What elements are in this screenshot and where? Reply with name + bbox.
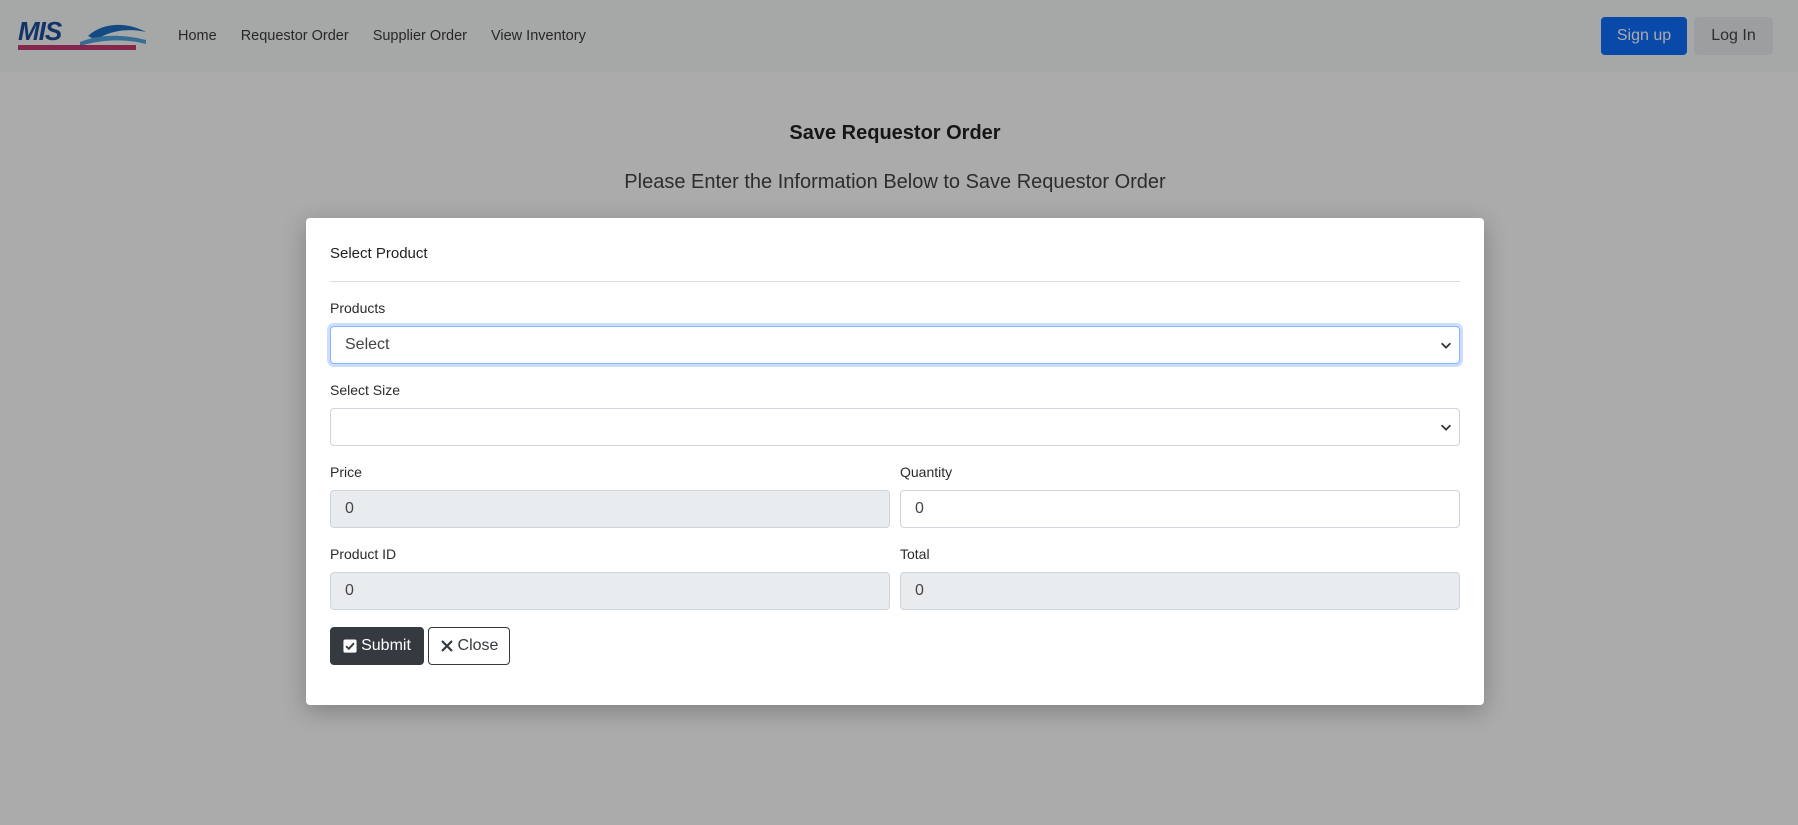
close-button[interactable]: Close	[428, 627, 510, 665]
price-label: Price	[330, 464, 362, 480]
chevron-down-icon	[1441, 342, 1451, 349]
product-id-label: Product ID	[330, 546, 397, 562]
size-label: Select Size	[330, 382, 401, 398]
size-select[interactable]	[330, 408, 1460, 446]
modal-divider	[330, 281, 1460, 282]
quantity-value: 0	[915, 500, 924, 517]
product-id-value: 0	[345, 582, 354, 599]
check-square-icon	[343, 639, 357, 653]
price-value: 0	[345, 500, 354, 517]
products-label: Products	[330, 300, 386, 316]
products-select[interactable]: Select	[330, 326, 1460, 364]
modal-title: Select Product	[330, 245, 428, 262]
total-label: Total	[900, 546, 930, 562]
total-value: 0	[915, 582, 924, 599]
quantity-label: Quantity	[900, 464, 953, 480]
quantity-field[interactable]: 0	[900, 490, 1460, 528]
submit-button[interactable]: Submit	[330, 627, 424, 665]
total-field: 0	[900, 572, 1460, 610]
product-id-field: 0	[330, 572, 890, 610]
submit-label: Submit	[361, 637, 411, 654]
products-select-value: Select	[345, 336, 390, 353]
chevron-down-icon	[1441, 424, 1451, 431]
select-product-modal: Select Product Products Select Select Si…	[306, 218, 1484, 705]
close-label: Close	[457, 637, 499, 654]
close-x-icon	[441, 640, 453, 652]
price-field: 0	[330, 490, 890, 528]
